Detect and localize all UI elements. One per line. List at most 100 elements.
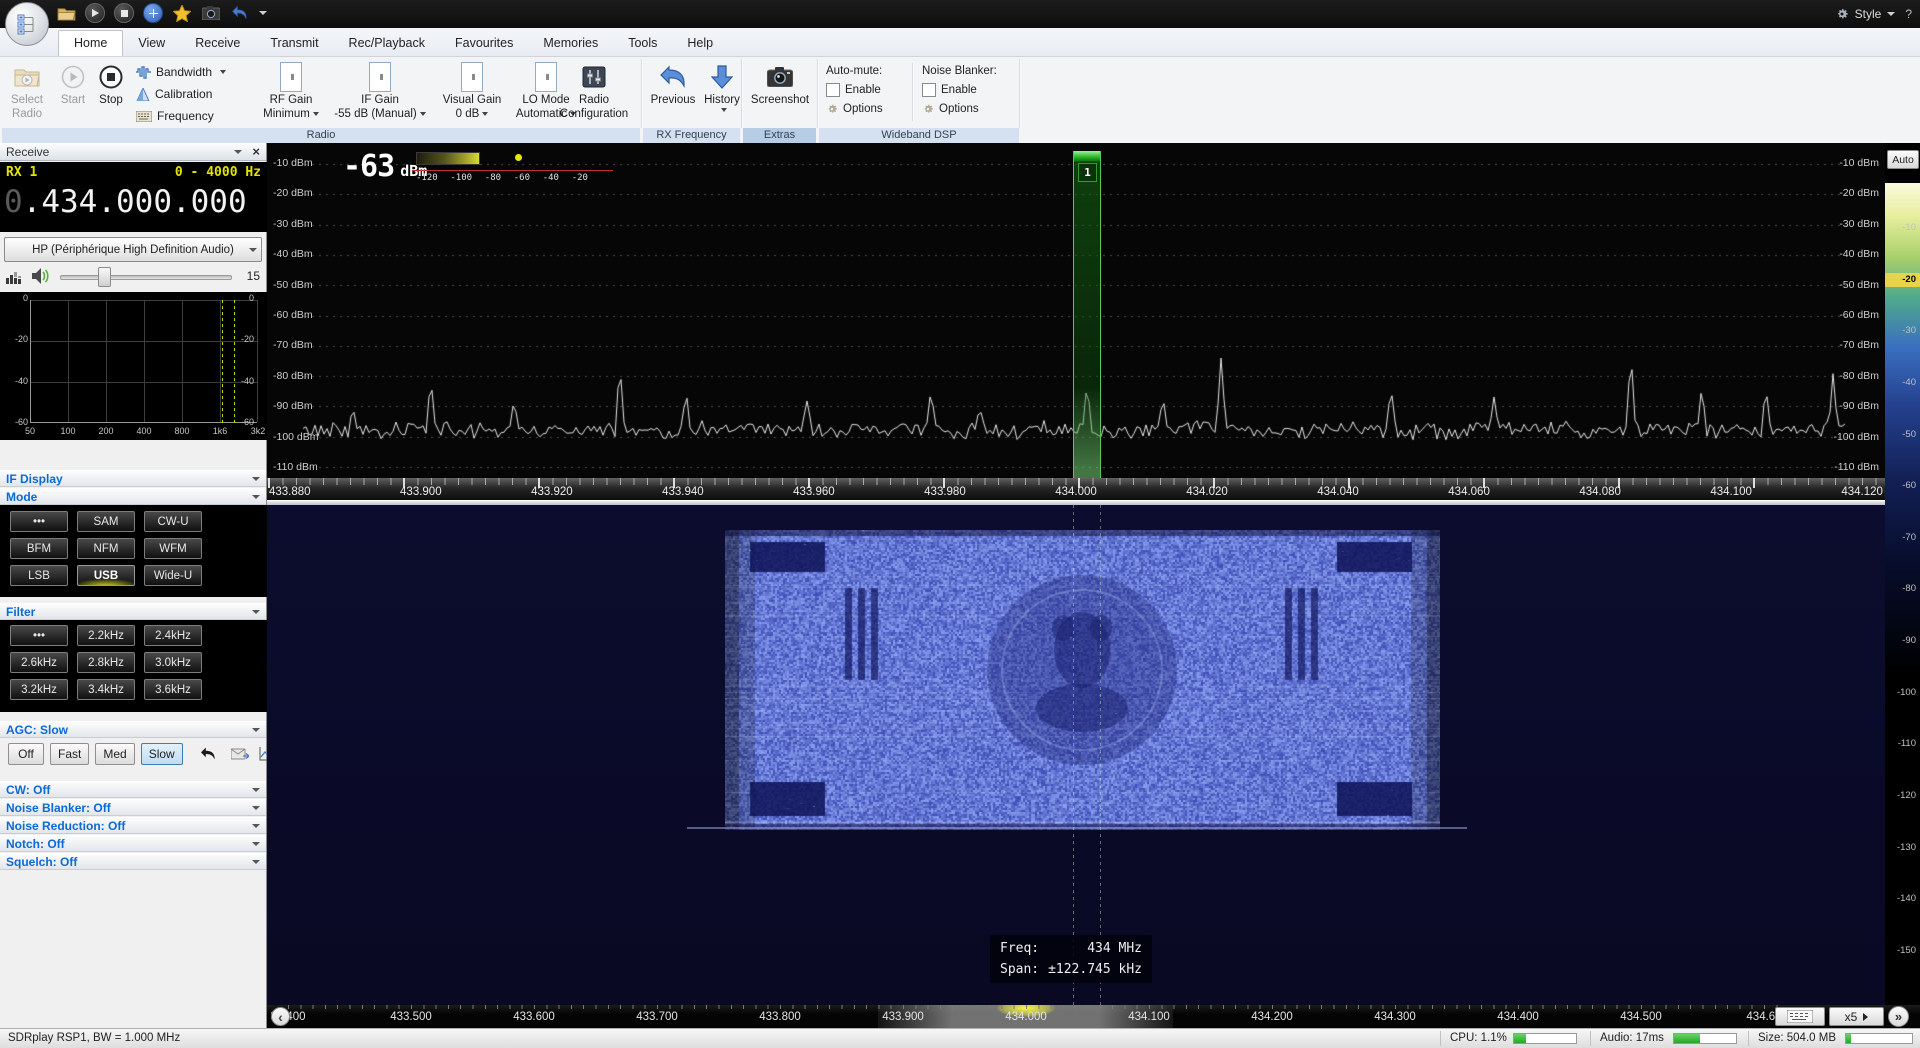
agc-undo-icon[interactable] [199,746,219,762]
auto-mute-enable[interactable]: Enable [826,80,910,99]
frequency-button[interactable]: Frequency [136,107,226,125]
favourite-star-icon[interactable] [172,3,192,23]
section-noise-reduction[interactable]: Noise Reduction: Off [0,817,266,834]
range-label[interactable]: -110 [1885,737,1920,751]
wideband-frequency-scale[interactable]: 33.400433.500433.600433.700433.800433.90… [267,1005,1920,1028]
undo-icon[interactable] [230,3,250,23]
auto-mute-options[interactable]: Options [826,99,910,118]
range-label[interactable]: -10 [1885,221,1920,235]
select-radio-button[interactable]: Select Radio [4,59,50,125]
auto-range-button[interactable]: Auto [1887,150,1919,169]
mode-button[interactable]: WFM [144,538,202,559]
style-menu-label[interactable]: Style [1855,7,1882,21]
section-noise-blanker[interactable]: Noise Blanker: Off [0,799,266,816]
keyboard-entry-button[interactable] [1775,1007,1825,1026]
range-label[interactable]: -70 [1885,531,1920,545]
range-label[interactable]: -60 [1885,479,1920,493]
customize-toolbar-chevron-icon[interactable] [259,11,267,15]
af-meter-icon[interactable] [6,268,22,284]
filter-button[interactable]: 2.8kHz [77,652,135,673]
noise-blanker-options[interactable]: Options [922,99,1014,118]
panel-close-icon[interactable] [252,144,260,159]
add-icon[interactable] [143,3,163,23]
application-menu-orb[interactable] [5,2,49,46]
scale-forward-button[interactable] [1888,1006,1909,1027]
waterfall-display[interactable]: Freq:434 MHz Span:±122.745 kHz [267,505,1885,1005]
spectrum-frequency-axis[interactable]: 433.880433.900433.920433.940433.960433.9… [267,478,1885,500]
start-icon[interactable] [85,3,105,23]
section-cw[interactable]: CW: Off [0,781,266,798]
visual-gain-button[interactable]: Visual Gain 0 dB [436,59,508,125]
range-label[interactable]: -30 [1885,324,1920,338]
if-spectrum-display[interactable]: -10 dBm-20 dBm-30 dBm-40 dBm-50 dBm-60 d… [267,143,1885,478]
mode-button[interactable]: BFM [10,538,68,559]
tuning-marker[interactable]: 1 [1073,151,1101,478]
filter-button[interactable]: 3.6kHz [144,679,202,700]
ribbon-tab[interactable]: Transmit [255,31,333,56]
filter-button[interactable]: 2.4kHz [144,625,202,646]
agc-config-icon[interactable] [231,748,249,761]
af-passband-marker[interactable] [234,300,235,423]
agc-button[interactable]: Fast [50,743,89,765]
mode-button[interactable]: CW-U [144,511,202,532]
stop-button[interactable]: Stop [92,59,130,125]
history-button[interactable]: History [700,59,744,125]
filter-button[interactable]: 3.0kHz [144,652,202,673]
ribbon-tab[interactable]: Rec/Playback [334,31,440,56]
camera-icon[interactable] [201,3,221,23]
screenshot-button[interactable]: Screenshot [748,59,812,125]
section-filter[interactable]: Filter [0,603,266,620]
section-if-display[interactable]: IF Display [0,470,266,487]
mode-button[interactable]: ••• [10,511,68,532]
filter-button[interactable]: 3.2kHz [10,679,68,700]
waterfall-range-scale[interactable]: Auto -10-20-30-40-50-60-70-80-90-100-110… [1885,143,1920,1005]
filter-button[interactable]: 2.2kHz [77,625,135,646]
agc-button[interactable]: Off [8,743,44,765]
range-label[interactable]: -120 [1885,789,1920,803]
af-spectrum-graph[interactable]: 0-20-40-60 0-20-40-60 501002004008001k63… [0,292,267,440]
previous-frequency-button[interactable]: Previous [648,59,698,125]
mode-button[interactable]: USB [77,565,135,586]
stop-icon[interactable] [114,3,134,23]
bandwidth-button[interactable]: Bandwidth [136,63,226,81]
filter-button[interactable]: 3.4kHz [77,679,135,700]
agc-button[interactable]: Med [95,743,134,765]
range-label[interactable]: -40 [1885,376,1920,390]
speaker-icon[interactable] [32,268,50,284]
range-label[interactable]: -90 [1885,634,1920,648]
volume-slider-track[interactable] [60,275,232,280]
calibration-button[interactable]: Calibration [136,85,226,103]
start-button[interactable]: Start [54,59,92,125]
range-label[interactable]: -150 [1885,944,1920,958]
range-label[interactable]: -50 [1885,428,1920,442]
ribbon-tab[interactable]: Memories [528,31,613,56]
open-folder-icon[interactable] [56,3,76,23]
scale-back-button[interactable] [271,1007,290,1026]
zoom-speed-button[interactable]: x5 [1829,1007,1884,1026]
audio-device-select[interactable]: HP (Périphérique High Definition Audio) [4,237,262,262]
ribbon-tab[interactable]: Help [672,31,728,56]
style-gear-icon[interactable] [1835,7,1849,21]
range-label[interactable]: -100 [1885,686,1920,700]
radio-configuration-button[interactable]: Radio Configuration [552,59,636,125]
volume-slider[interactable] [60,267,232,285]
style-chevron-icon[interactable] [1887,12,1895,16]
if-gain-button[interactable]: IF Gain -55 dB (Manual) [330,59,430,125]
frequency-display[interactable]: 0.434.000.000 [4,184,247,220]
ribbon-tab[interactable]: View [123,31,180,56]
af-passband-marker[interactable] [222,300,223,423]
mode-button[interactable]: LSB [10,565,68,586]
noise-blanker-enable[interactable]: Enable [922,80,1014,99]
agc-button[interactable]: Slow [141,743,183,765]
range-label[interactable]: -80 [1885,582,1920,596]
mode-button[interactable]: SAM [77,511,135,532]
tuning-marker-badge[interactable]: 1 [1078,163,1097,182]
filter-button[interactable]: 2.6kHz [10,652,68,673]
mode-button[interactable]: Wide-U [144,565,202,586]
section-squelch[interactable]: Squelch: Off [0,853,266,870]
section-notch[interactable]: Notch: Off [0,835,266,852]
ribbon-tab[interactable]: Home [58,30,123,56]
mode-button[interactable]: NFM [77,538,135,559]
filter-button[interactable]: ••• [10,625,68,646]
range-label[interactable]: -140 [1885,892,1920,906]
